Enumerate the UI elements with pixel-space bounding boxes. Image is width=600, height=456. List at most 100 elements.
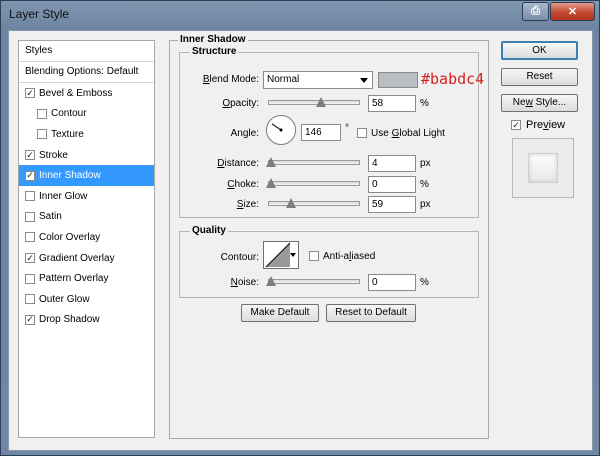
contour-picker[interactable] [263,241,299,269]
opacity-input[interactable]: 58 [368,95,416,112]
help-button[interactable]: ⎙ [522,2,549,21]
style-item-label: Inner Glow [39,190,88,202]
style-item-checkbox[interactable]: ✓ [25,314,35,325]
opacity-slider-thumb[interactable] [315,97,326,107]
inner-shadow-panel: Inner Shadow Structure Blend Mode: Norma… [169,34,489,439]
angle-input[interactable]: 146 [301,124,341,141]
layer-style-window: Layer Style ⎙ ✕ Styles Blending Options:… [0,0,600,456]
style-item-checkbox[interactable] [37,129,47,140]
preview-label: Preview [526,119,566,131]
make-default-button[interactable]: Make Default [241,304,319,322]
choke-unit: % [420,179,429,190]
contour-dropdown-icon[interactable] [290,253,296,257]
noise-label: Noise: [230,277,259,288]
noise-unit: % [420,277,429,288]
style-item-label: Contour [51,108,87,120]
style-item-label: Color Overlay [39,231,101,243]
anti-aliased-checkbox[interactable] [309,251,319,261]
distance-unit: px [420,158,431,169]
style-preview-thumbnail [512,138,574,198]
preview-checkbox[interactable]: ✓ [511,120,521,130]
opacity-slider[interactable] [268,97,360,107]
style-item-checkbox[interactable] [25,211,35,222]
style-item-label: Inner Shadow [39,170,101,182]
style-item-checkbox[interactable] [25,191,35,202]
new-style-button[interactable]: New Style... [501,94,578,112]
style-item-checkbox[interactable]: ✓ [25,150,35,161]
angle-label: Angle: [230,128,259,139]
style-item-contour[interactable]: Contour [19,104,154,125]
style-item-outer-glow[interactable]: Outer Glow [19,289,154,310]
reset-button[interactable]: Reset [501,68,578,86]
style-item-checkbox[interactable] [25,294,35,305]
style-item-color-overlay[interactable]: Color Overlay [19,227,154,248]
style-item-checkbox[interactable] [25,232,35,243]
use-global-light-checkbox[interactable] [357,128,367,138]
styles-list-header[interactable]: Styles [19,41,154,62]
inner-shadow-title: Inner Shadow [178,34,248,45]
anti-aliased-label: Anti-aliased [323,251,376,262]
opacity-unit: % [420,98,429,109]
blend-mode-value: Normal [267,74,300,85]
size-input[interactable]: 59 [368,196,416,213]
style-item-checkbox[interactable]: ✓ [25,253,35,264]
choke-input[interactable]: 0 [368,176,416,193]
style-preview-shape [528,153,558,183]
noise-input[interactable]: 0 [368,274,416,291]
style-item-label: Texture [51,128,84,140]
style-item-label: Gradient Overlay [39,252,115,264]
style-item-pattern-overlay[interactable]: Pattern Overlay [19,268,154,289]
distance-slider-thumb[interactable] [266,157,276,167]
ok-button[interactable]: OK [501,41,578,60]
style-item-stroke[interactable]: ✓ Stroke [19,145,154,166]
size-label: Size: [236,199,259,210]
style-item-label: Outer Glow [39,293,90,305]
style-item-drop-shadow[interactable]: ✓ Drop Shadow [19,310,154,331]
styles-list: Styles Blending Options: Default ✓ Bevel … [18,40,155,438]
noise-slider-thumb[interactable] [266,276,276,286]
blending-options-item[interactable]: Blending Options: Default [19,62,154,83]
choke-slider[interactable] [266,178,360,188]
dialog-client-area: Styles Blending Options: Default ✓ Bevel … [8,30,593,451]
style-item-checkbox[interactable] [25,273,35,284]
style-item-gradient-overlay[interactable]: ✓ Gradient Overlay [19,248,154,269]
style-item-checkbox[interactable]: ✓ [25,88,35,99]
choke-slider-thumb[interactable] [266,178,276,188]
angle-dial-needle [271,123,283,132]
style-item-bevel-emboss[interactable]: ✓ Bevel & Emboss [19,83,154,104]
style-item-inner-shadow[interactable]: ✓ Inner Shadow [19,165,154,186]
structure-title: Structure [190,46,239,57]
distance-label: Distance: [217,158,259,169]
contour-curve-icon [265,242,291,268]
angle-unit: ° [345,123,349,134]
style-item-checkbox[interactable]: ✓ [25,170,35,181]
chevron-down-icon [360,78,368,83]
structure-group: Structure Blend Mode: Normal #babdc4 Opa… [179,46,484,218]
shadow-color-swatch[interactable] [378,72,418,88]
style-item-satin[interactable]: Satin [19,207,154,228]
noise-slider[interactable] [266,276,360,286]
distance-input[interactable]: 4 [368,155,416,172]
style-item-label: Satin [39,211,62,223]
style-item-label: Stroke [39,149,68,161]
blend-mode-label: Blend Mode: [202,74,259,85]
distance-slider[interactable] [266,157,360,167]
blend-mode-select[interactable]: Normal [263,71,373,89]
size-slider-thumb[interactable] [285,198,296,208]
close-button[interactable]: ✕ [550,2,595,21]
contour-label: Contour: [220,252,259,263]
size-slider[interactable] [268,198,360,208]
reset-to-default-button[interactable]: Reset to Default [326,304,416,322]
size-unit: px [420,199,431,210]
title-bar: Layer Style ⎙ ✕ [1,1,599,29]
angle-dial[interactable] [266,115,296,145]
style-item-label: Bevel & Emboss [39,87,113,99]
quality-group: Quality Contour: Anti-aliased Noise: 0 % [179,225,479,298]
style-item-texture[interactable]: Texture [19,124,154,145]
style-item-checkbox[interactable] [37,108,47,119]
choke-label: Choke: [227,179,259,190]
style-item-label: Pattern Overlay [39,273,109,285]
style-item-inner-glow[interactable]: Inner Glow [19,186,154,207]
use-global-light-label: Use Global Light [371,128,445,139]
window-title: Layer Style [9,7,70,21]
